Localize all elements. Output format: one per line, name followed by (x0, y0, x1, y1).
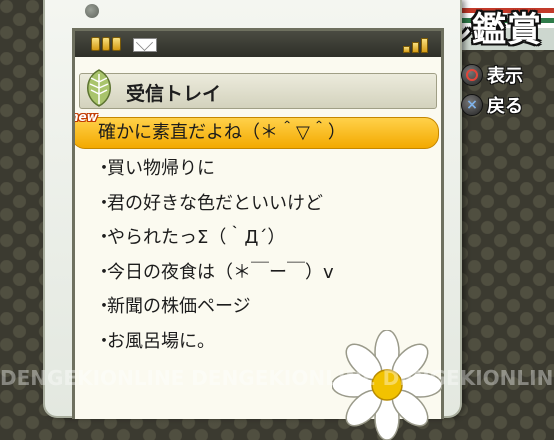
view-button[interactable]: 表示 (461, 62, 523, 88)
view-button-label: 表示 (487, 66, 523, 87)
battery-icon (91, 37, 122, 51)
bullet: ・ (95, 330, 113, 352)
message-subject: 確かに素直だよね（＊＾▽＾） (98, 122, 346, 143)
bullet: ・ (95, 296, 113, 317)
message-item[interactable]: ・やられたっΣ（｀Д´） (75, 221, 441, 256)
inbox-title: 受信トレイ (126, 83, 222, 105)
bullet: ・ (95, 158, 113, 179)
message-item[interactable]: ・君の好きな色だといいけど (75, 187, 441, 222)
message-item[interactable]: ・買い物帰りに (75, 152, 441, 187)
message-subject: 新聞の株価ページ (107, 296, 251, 317)
bullet: ・ (95, 227, 113, 248)
leaf-icon (87, 69, 111, 107)
message-subject: 君の好きな色だといいけど (107, 192, 323, 214)
back-button[interactable]: × 戻る (461, 92, 523, 118)
message-subject: お風呂場に。 (107, 330, 215, 352)
message-item[interactable]: ・今日の夜食は（＊￣ー￣）v (75, 256, 441, 291)
bullet: ・ (95, 192, 113, 214)
back-button-label: 戻る (487, 96, 523, 117)
message-item[interactable]: new 確かに素直だよね（＊＾▽＾） (75, 111, 439, 149)
new-badge: new (72, 110, 98, 124)
circle-button-icon (461, 64, 483, 86)
mail-icon (133, 38, 157, 52)
message-subject: やられたっΣ（｀Д´） (107, 227, 286, 248)
signal-icon (403, 38, 429, 53)
status-bar (75, 31, 441, 57)
message-list: new 確かに素直だよね（＊＾▽＾） ・買い物帰りに ・君の好きな色だといいけど… (75, 111, 441, 359)
message-subject: 買い物帰りに (107, 158, 215, 179)
speaker-icon (85, 4, 99, 18)
message-subject: 今日の夜食は（＊￣ー￣）v (107, 261, 334, 283)
message-item[interactable]: ・新聞の株価ページ (75, 290, 441, 325)
cross-button-icon: × (461, 94, 483, 116)
inbox-header: 受信トレイ (79, 69, 437, 109)
bullet: ・ (95, 261, 113, 283)
watermark: DENGEKIONLINE DENGEKIONLINE DENGEKIONLIN… (0, 366, 554, 390)
